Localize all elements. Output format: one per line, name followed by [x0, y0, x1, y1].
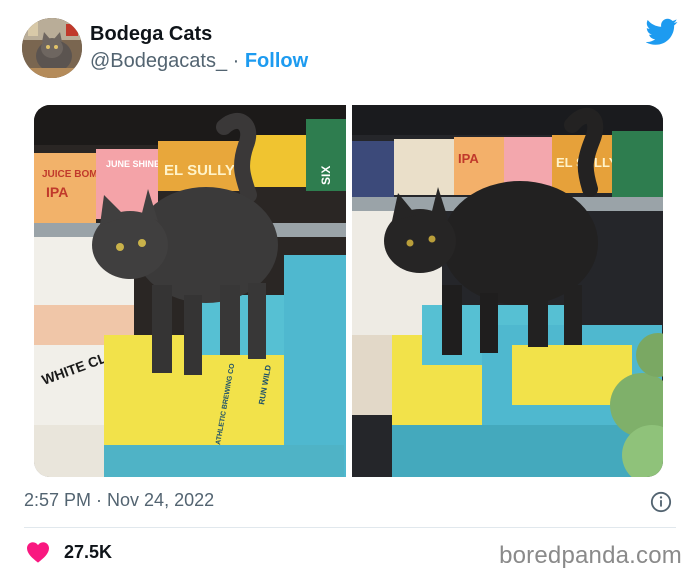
label-el-sully: EL SULLY — [164, 162, 235, 179]
handle-row: @Bodegacats_ · Follow — [90, 50, 308, 73]
photo-left[interactable]: JUICE BOMB IPA JUNE SHINE EL SULLY SIX W… — [34, 105, 346, 477]
photo-right[interactable]: IPA EL SULLY — [351, 105, 663, 477]
separator-dot: · — [232, 50, 245, 72]
boredpanda-watermark: boredpanda.com — [499, 542, 682, 569]
label-ipa: IPA — [46, 184, 68, 200]
tweet-card: Bodega Cats @Bodegacats_ · Follow JUICE … — [0, 0, 700, 581]
cat-on-beer-cases-photo-1: JUICE BOMB IPA JUNE SHINE EL SULLY SIX W… — [34, 105, 346, 477]
label-ipa-right: IPA — [458, 151, 479, 166]
avatar-cat-photo — [22, 18, 82, 78]
avatar[interactable] — [22, 18, 82, 78]
label-juice-bomb: JUICE BOMB — [42, 169, 105, 180]
media-grid: JUICE BOMB IPA JUNE SHINE EL SULLY SIX W… — [34, 105, 663, 477]
label-june-shine: JUNE SHINE — [106, 159, 160, 169]
info-icon[interactable] — [650, 491, 672, 513]
display-name[interactable]: Bodega Cats — [90, 23, 212, 46]
like-count: 27.5K — [64, 541, 113, 562]
handle[interactable]: @Bodegacats_ — [90, 50, 227, 72]
label-six: SIX — [319, 166, 333, 185]
tweet-timestamp[interactable]: 2:57 PM · Nov 24, 2022 — [24, 490, 214, 511]
follow-button[interactable]: Follow — [245, 50, 308, 72]
like-action[interactable]: 27.5K — [26, 541, 112, 563]
twitter-bird-icon[interactable] — [646, 18, 678, 46]
divider — [24, 527, 676, 528]
heart-icon[interactable] — [26, 541, 50, 563]
cat-on-beer-cases-photo-2: IPA EL SULLY — [351, 105, 663, 477]
